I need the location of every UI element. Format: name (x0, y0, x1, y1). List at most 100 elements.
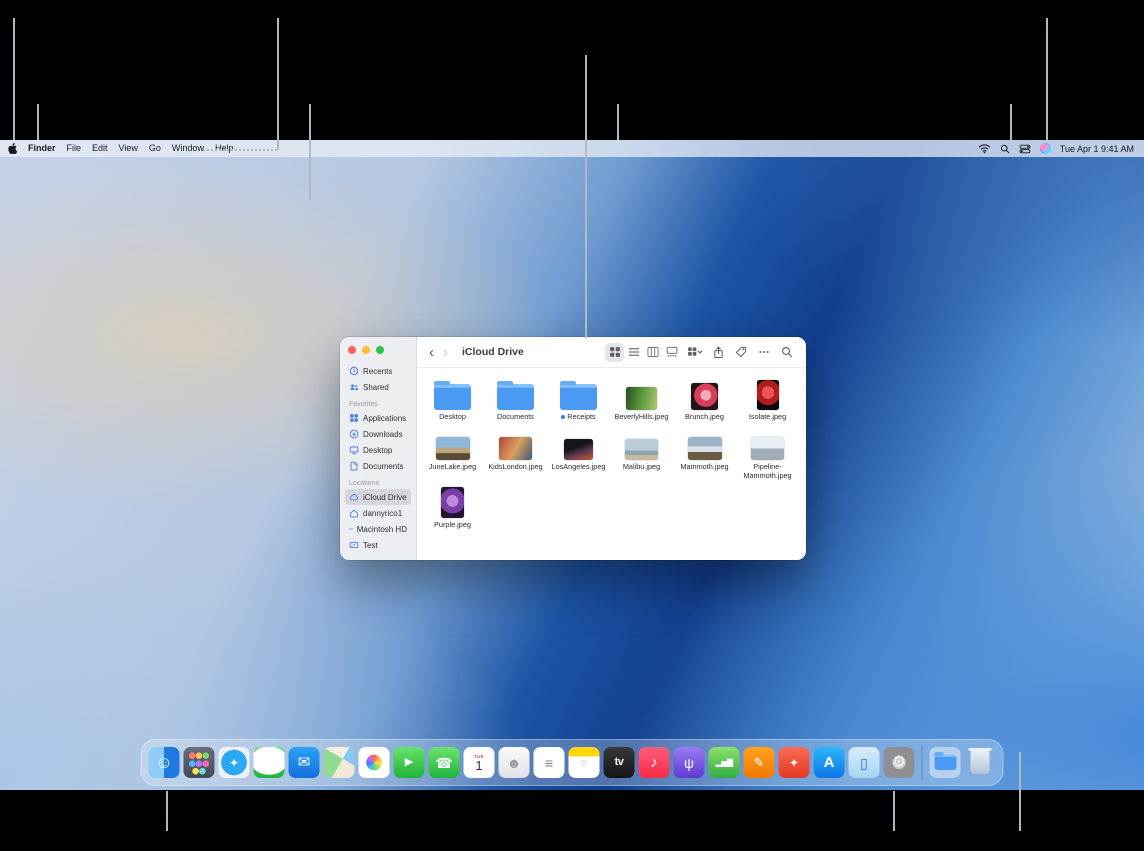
minimize-button[interactable] (362, 346, 370, 354)
desktop[interactable]: FinderFileEditViewGoWindowHelp Tue Apr 1… (0, 140, 1144, 790)
dock-tv-icon[interactable]: tv (604, 747, 635, 778)
sidebar-item-label: Shared (363, 383, 389, 392)
menu-item-file[interactable]: File (67, 140, 82, 157)
sidebar-item-documents[interactable]: Documents (345, 458, 411, 474)
file-documents[interactable]: Documents (484, 378, 547, 422)
tags-button[interactable] (732, 343, 750, 362)
sidebar-item-test[interactable]: Test (345, 537, 411, 553)
thumb-shape (757, 380, 779, 410)
view-list-button[interactable] (624, 343, 643, 362)
file-purple-jpeg[interactable]: Purple.jpeg (421, 486, 484, 530)
ellipsis-icon (758, 346, 770, 358)
zoom-button[interactable] (376, 346, 384, 354)
file-name: Receipts (567, 413, 595, 422)
file-label: Desktop (439, 413, 466, 422)
sidebar-item-shared[interactable]: Shared (345, 379, 411, 395)
close-button[interactable] (348, 346, 356, 354)
dock-calendar-icon[interactable]: TUE1 (464, 747, 495, 778)
folder-icon (434, 378, 471, 410)
menu-item-view[interactable]: View (119, 140, 138, 157)
file-malibu-jpeg[interactable]: Malibu.jpeg (610, 428, 673, 481)
file-receipts[interactable]: Receipts (547, 378, 610, 422)
sidebar-item-applications[interactable]: Applications (345, 410, 411, 426)
view-columns-button[interactable] (643, 343, 662, 362)
dock-downloads-icon[interactable] (930, 747, 961, 778)
file-kidslondon-jpeg[interactable]: KidsLondon.jpeg (484, 428, 547, 481)
dock-phone-icon[interactable]: ☎ (429, 747, 460, 778)
search-button[interactable] (778, 343, 796, 362)
file-junelake-jpeg[interactable]: JuneLake.jpeg (421, 428, 484, 481)
siri-icon[interactable] (1040, 143, 1051, 154)
image-thumbnail (757, 378, 779, 410)
dock-podcasts-icon[interactable]: ψ (674, 747, 705, 778)
control-center-menu[interactable] (1019, 144, 1031, 154)
list-view-icon (628, 346, 640, 358)
gallery-view-icon (666, 346, 678, 358)
sidebar-item-macintosh-hd[interactable]: Macintosh HD (345, 521, 411, 537)
dock-mail-icon[interactable]: ✉ (289, 747, 320, 778)
menu-item-edit[interactable]: Edit (92, 140, 108, 157)
file-beverlyhills-jpeg[interactable]: BeverlyHills.jpeg (610, 378, 673, 422)
dock-maps-icon[interactable] (324, 747, 355, 778)
file-desktop[interactable]: Desktop (421, 378, 484, 422)
dock-reminders-icon[interactable]: ≡ (534, 747, 565, 778)
thumb-shape (625, 439, 658, 460)
dock-pages-icon[interactable]: ✎ (744, 747, 775, 778)
dock-launchpad-icon[interactable] (184, 747, 215, 778)
icloud-status-dot (561, 415, 565, 419)
menu-item-window[interactable]: Window (172, 140, 204, 157)
sidebar-item-icloud-drive[interactable]: iCloud Drive (345, 489, 411, 505)
dock-finder-icon[interactable]: ☺ (149, 747, 180, 778)
sidebar-item-recents[interactable]: Recents (345, 363, 411, 379)
dock-glyph: ✦ (229, 757, 239, 769)
file-mammoth-jpeg[interactable]: Mammoth.jpeg (673, 428, 736, 481)
dock-app-store-icon[interactable]: A (814, 747, 845, 778)
sidebar-item-downloads[interactable]: Downloads (345, 426, 411, 442)
image-thumbnail (691, 378, 718, 410)
dock-glyph: ✉ (298, 755, 311, 770)
sidebar-item-desktop[interactable]: Desktop (345, 442, 411, 458)
back-button[interactable]: ‹ (427, 345, 436, 360)
menu-item-finder[interactable]: Finder (28, 140, 56, 157)
image-thumbnail (751, 428, 784, 460)
callout-line (203, 149, 277, 151)
dock-contacts-icon[interactable]: ☻ (499, 747, 530, 778)
forward-button[interactable]: › (441, 345, 450, 360)
file-isolate-jpeg[interactable]: Isolate.jpeg (736, 378, 799, 422)
apple-icon (8, 143, 17, 154)
file-pipeline-mammoth-jpeg[interactable]: Pipeline-Mammoth.jpeg (736, 428, 799, 481)
share-button[interactable] (709, 343, 727, 362)
dock-music-icon[interactable]: ♪ (639, 747, 670, 778)
dock-notes-icon[interactable]: ≡ (569, 747, 600, 778)
sidebar-item-dannyrico1[interactable]: dannyrico1 (345, 505, 411, 521)
menu-bar-clock[interactable]: Tue Apr 1 9:41 AM (1060, 144, 1134, 154)
dock-safari-icon[interactable]: ✦ (219, 747, 250, 778)
apple-menu[interactable] (8, 143, 17, 154)
callout-line (37, 104, 39, 140)
view-gallery-button[interactable] (662, 343, 681, 362)
dock-iphone-mirroring-icon[interactable]: ▯ (849, 747, 880, 778)
spotlight-menu[interactable] (1000, 144, 1010, 154)
file-label: Isolate.jpeg (749, 413, 786, 422)
finder-toolbar: ‹ › iCloud Drive (417, 337, 806, 368)
wifi-icon (978, 143, 991, 154)
menu-item-go[interactable]: Go (149, 140, 161, 157)
window-title: iCloud Drive (462, 346, 524, 358)
dock-glyph: ✦ (789, 757, 799, 769)
more-button[interactable] (755, 343, 773, 362)
file-name: Isolate.jpeg (749, 413, 786, 422)
dock-numbers-icon[interactable]: ▂▅▇ (709, 747, 740, 778)
dock-keynote-icon[interactable]: ✦ (779, 747, 810, 778)
dock-messages-icon[interactable] (254, 747, 285, 778)
image-thumbnail (688, 428, 722, 460)
file-brunch-jpeg[interactable]: Brunch.jpeg (673, 378, 736, 422)
file-losangeles-jpeg[interactable]: LosAngeles.jpeg (547, 428, 610, 481)
dock-photos-icon[interactable] (359, 747, 390, 778)
image-thumbnail (626, 378, 657, 410)
dock-trash-icon[interactable] (965, 747, 996, 778)
wifi-menu[interactable] (978, 143, 991, 154)
dock-facetime-icon[interactable]: ▶ (394, 747, 425, 778)
dock-system-settings-icon[interactable]: ⚙ (884, 747, 915, 778)
view-grid-button[interactable] (605, 343, 624, 362)
group-button[interactable] (686, 343, 704, 362)
